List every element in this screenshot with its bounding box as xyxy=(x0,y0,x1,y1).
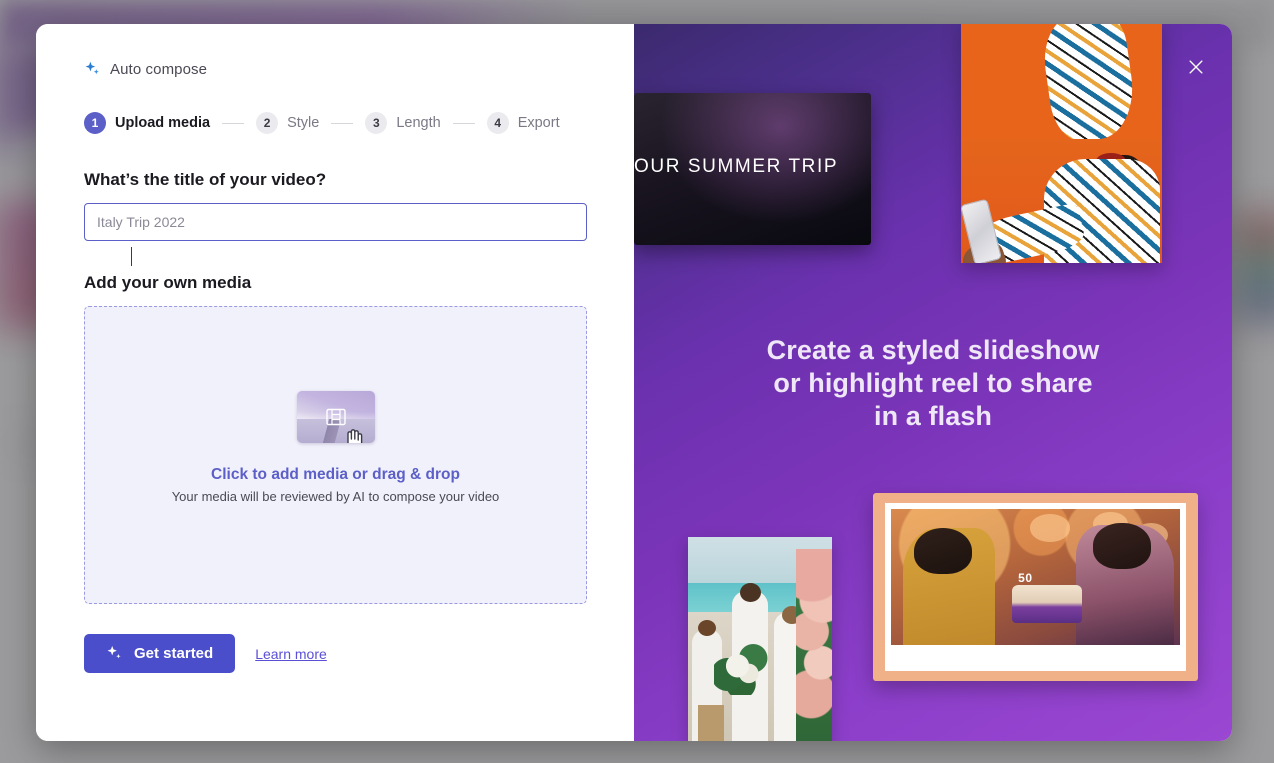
learn-more-link[interactable]: Learn more xyxy=(255,646,327,662)
selfie-sleeve xyxy=(1038,24,1140,140)
media-thumbnail xyxy=(296,390,375,443)
get-started-button[interactable]: Get started xyxy=(84,634,236,673)
sparkles-icon xyxy=(84,61,101,78)
dropzone-subtext: Your media will be reviewed by AI to com… xyxy=(171,488,500,504)
brand-label: Auto compose xyxy=(110,60,208,78)
party-cake xyxy=(1012,585,1082,624)
film-strip-icon xyxy=(325,408,346,426)
step-label-4: Export xyxy=(517,115,560,131)
step-number-1: 1 xyxy=(84,112,106,134)
step-label-1: Upload media xyxy=(115,115,211,131)
promo-card-selfie xyxy=(961,24,1162,263)
step-number-3: 3 xyxy=(365,112,388,134)
promo-headline-line-1: Create a styled slideshow xyxy=(766,335,1100,365)
video-title-label: What’s the title of your video? xyxy=(84,170,327,189)
wedding-bouquet xyxy=(714,641,770,695)
get-started-label: Get started xyxy=(134,645,214,662)
add-media-label: Add your own media xyxy=(84,273,252,292)
step-separator-2 xyxy=(331,122,354,124)
step-number-2: 2 xyxy=(256,112,279,134)
step-label-2: Style xyxy=(287,115,320,131)
promo-pane: OUR SUMMER TRIP Create a styled slidesho… xyxy=(634,24,1232,741)
brand-row: Auto compose xyxy=(84,58,586,80)
wedding-floral-arch xyxy=(796,549,832,741)
party-balloon-1 xyxy=(1029,514,1071,542)
wedding-guest-1-legs xyxy=(698,705,724,741)
dropzone-cta-text: Click to add media or drag & drop xyxy=(211,465,460,483)
wedding-head-2 xyxy=(740,582,761,602)
polaroid-frame: 50 xyxy=(885,503,1186,671)
dialog-left-pane: Auto compose 1 Upload media 2 Style 3 Le… xyxy=(36,24,634,741)
media-dropzone[interactable]: Click to add media or drag & drop Your m… xyxy=(84,306,587,604)
hand-cursor xyxy=(341,425,367,443)
selfie-photo-top xyxy=(961,24,1162,140)
promo-headline-line-2: or highlight reel to share xyxy=(773,367,1093,398)
promo-card-wedding xyxy=(688,537,832,741)
close-icon[interactable] xyxy=(1183,54,1209,80)
promo-headline-line-3: in a flash xyxy=(873,400,993,431)
wizard-stepper: 1 Upload media 2 Style 3 Length 4 Export xyxy=(84,111,586,135)
promo-dark-video-text: OUR SUMMER TRIP xyxy=(634,156,839,177)
dropzone-inner: Click to add media or drag & drop Your m… xyxy=(171,390,500,504)
promo-card-party-polaroid: 50 xyxy=(873,493,1198,681)
step-label-3: Length xyxy=(396,115,441,131)
step-export[interactable]: 4 Export xyxy=(486,112,560,134)
auto-compose-dialog: Auto compose 1 Upload media 2 Style 3 Le… xyxy=(36,24,1232,741)
sparkles-icon xyxy=(106,645,123,662)
party-cake-number: 50 xyxy=(1018,571,1033,586)
step-number-4: 4 xyxy=(486,112,509,134)
party-photo: 50 xyxy=(891,509,1180,645)
text-caret xyxy=(131,247,132,266)
step-length[interactable]: 3 Length xyxy=(365,112,441,134)
selfie-photo-bottom xyxy=(961,139,1162,263)
party-head-left xyxy=(914,528,972,575)
step-separator-1 xyxy=(222,122,245,124)
video-title-input[interactable] xyxy=(84,203,587,241)
step-separator-3 xyxy=(452,122,475,124)
step-style[interactable]: 2 Style xyxy=(256,112,319,134)
dialog-footer: Get started Learn more xyxy=(84,634,586,673)
party-head-right xyxy=(1093,522,1152,569)
step-upload-media[interactable]: 1 Upload media xyxy=(84,112,210,134)
promo-card-dark-video: OUR SUMMER TRIP xyxy=(634,93,871,245)
promo-headline: Create a styled slideshow or highlight r… xyxy=(634,334,1232,433)
